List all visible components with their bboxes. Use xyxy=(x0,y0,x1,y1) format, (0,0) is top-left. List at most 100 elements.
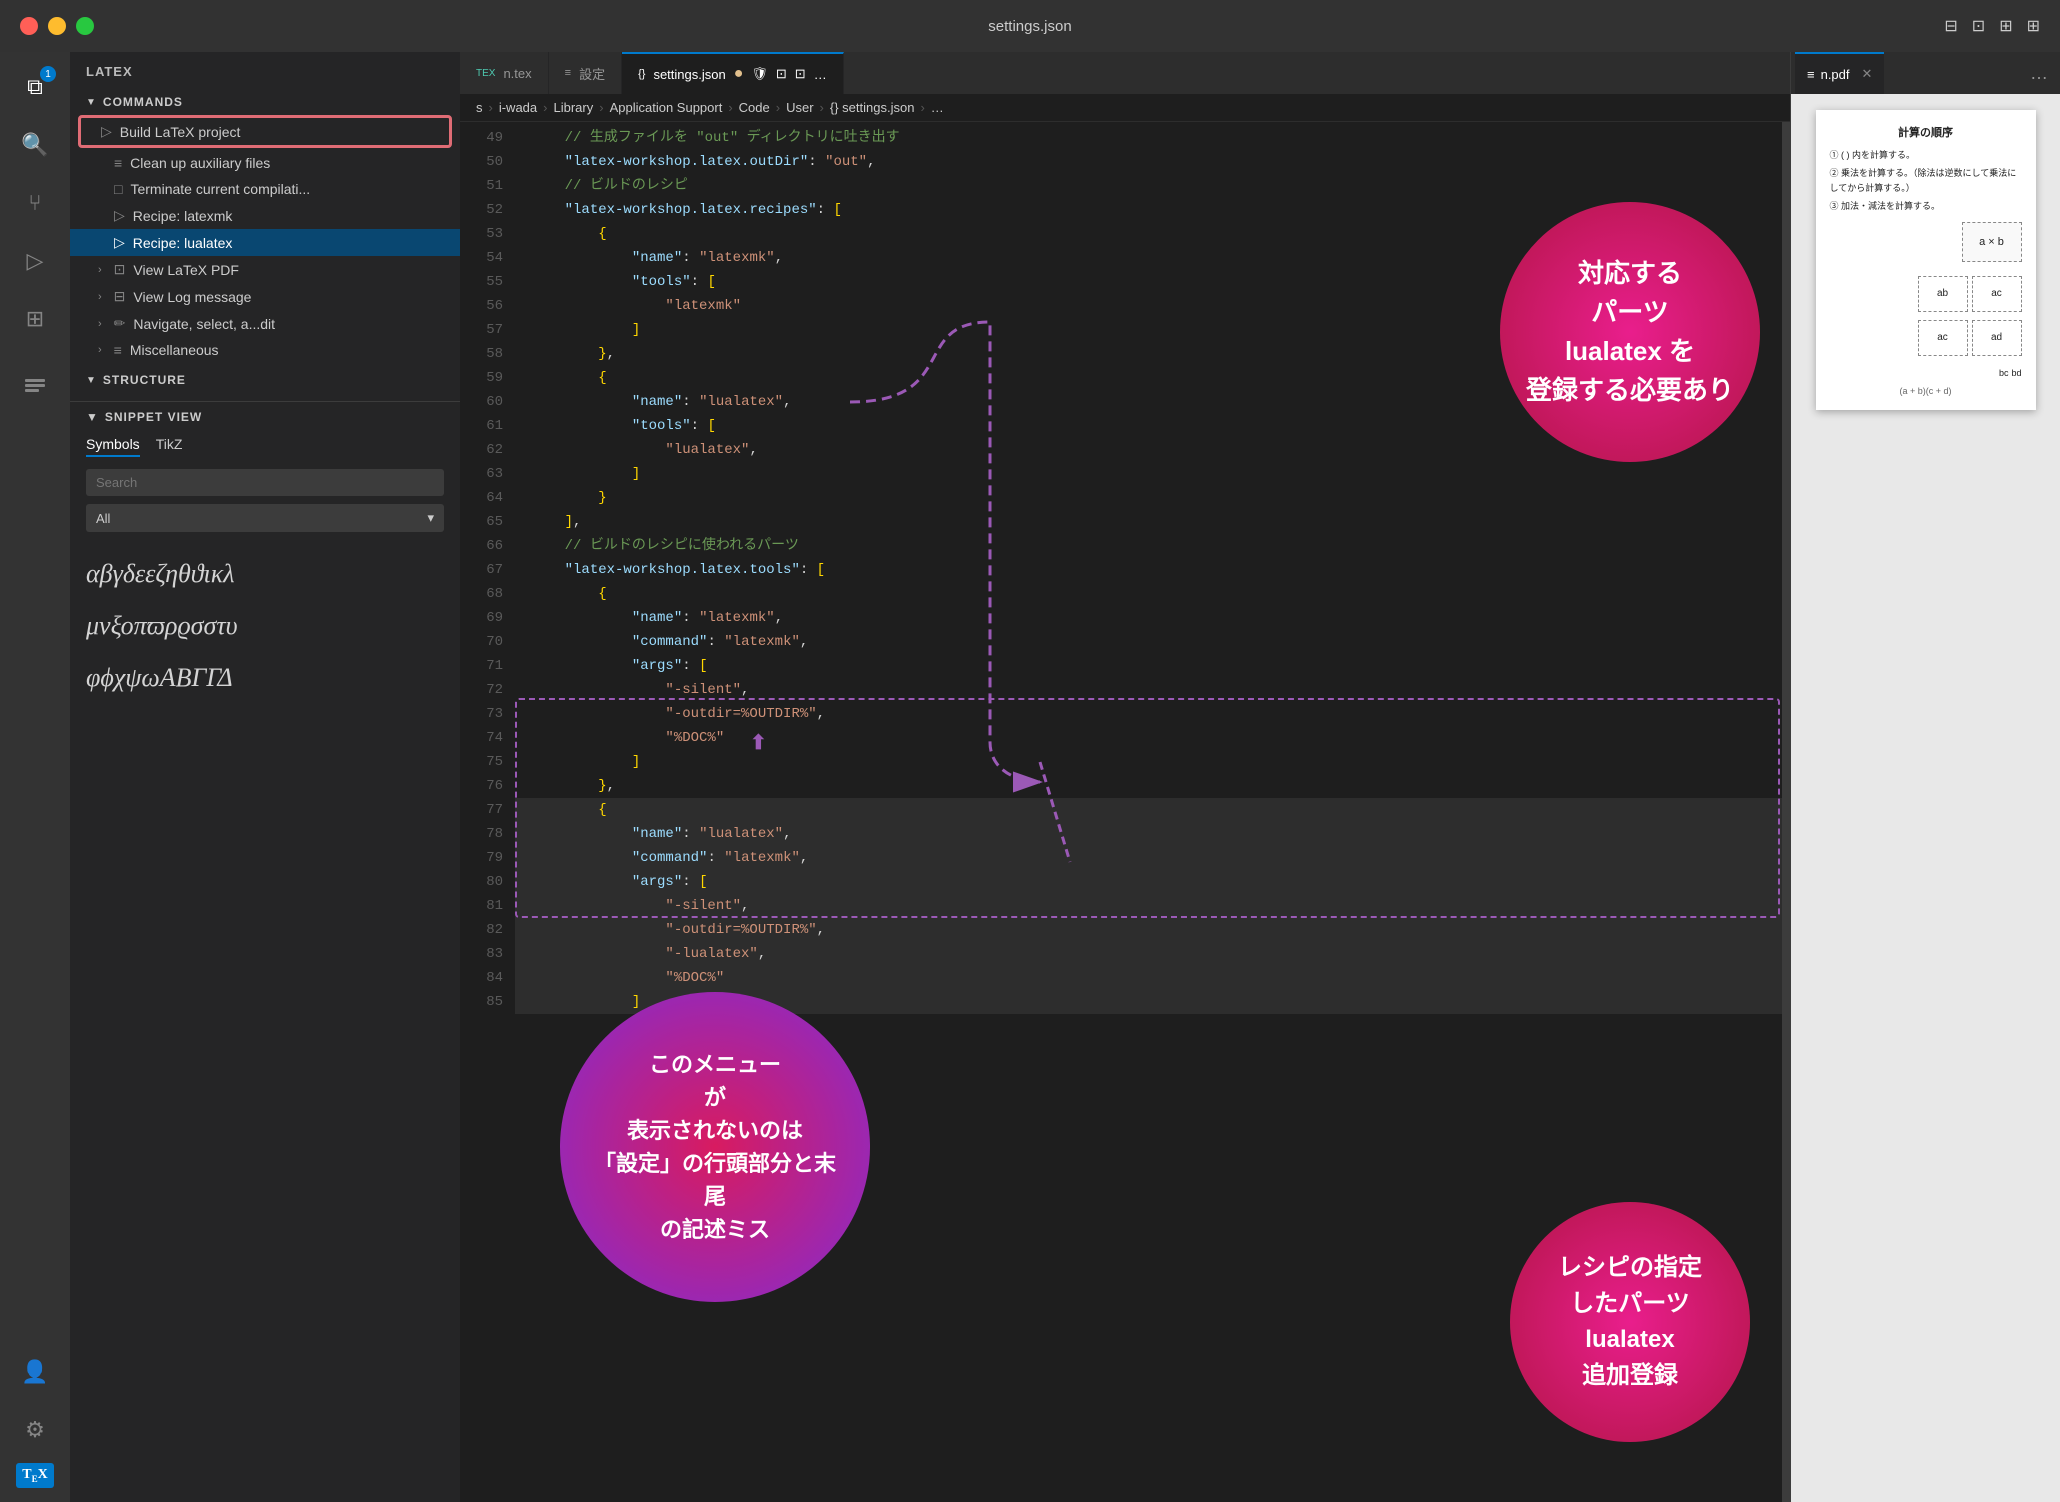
tab-tikz[interactable]: TikZ xyxy=(156,436,183,457)
window-title: settings.json xyxy=(988,18,1071,35)
ln-80: 80 xyxy=(460,870,515,894)
code-line-74: "%DOC%" xyxy=(515,726,1782,750)
misc-icon: ≡ xyxy=(114,342,122,358)
commands-section-header[interactable]: ▼ COMMANDS xyxy=(70,91,460,113)
tab-settings[interactable]: ≡ 設定 xyxy=(549,52,622,94)
cmd-view-log[interactable]: › ⊟ View Log message xyxy=(70,283,460,310)
view-log-icon: ⊟ xyxy=(114,288,126,305)
right-panel: ≡ n.pdf ✕ … 計算の順序 ① ( ) 内を計算する。 ② 乗法を計算す… xyxy=(1790,52,2060,1502)
pdf-tab-icon: ≡ xyxy=(1807,67,1815,82)
code-line-50: "latex-workshop.latex.outDir": "out", xyxy=(515,150,1782,174)
structure-arrow: ▼ xyxy=(86,375,97,386)
snippet-search-input[interactable] xyxy=(86,469,444,496)
snippet-dropdown-value: All xyxy=(96,511,110,526)
search-icon[interactable]: 🔍 xyxy=(10,120,60,170)
snippet-dropdown[interactable]: All ▾ xyxy=(86,504,444,532)
terminate-icon: □ xyxy=(114,181,122,197)
tab-action-icon: ⊡ xyxy=(776,66,787,82)
cmd-terminate-label: Terminate current compilati... xyxy=(130,181,310,197)
extensions-icon[interactable]: ⊞ xyxy=(10,294,60,344)
formula-box-ac2: ac xyxy=(1918,320,1968,356)
tab-layout-icon: ⊡ xyxy=(795,66,806,82)
cmd-misc[interactable]: › ≡ Miscellaneous xyxy=(70,337,460,363)
misc-arrow: › xyxy=(98,344,102,356)
code-line-51: // ビルドのレシピ xyxy=(515,174,1782,198)
window-controls xyxy=(20,17,94,35)
source-control-icon[interactable]: ⑂ xyxy=(10,178,60,228)
cmd-build-label: Build LaTeX project xyxy=(120,124,241,140)
structure-section-header[interactable]: ▼ STRUCTURE xyxy=(70,369,460,391)
navigate-icon: ✏ xyxy=(114,315,126,332)
cmd-build-latex[interactable]: ▷ Build LaTeX project xyxy=(78,115,452,148)
ln-57: 57 xyxy=(460,318,515,342)
cmd-view-pdf[interactable]: › ⊡ View LaTeX PDF xyxy=(70,256,460,283)
explorer-icon[interactable]: ⧉ 1 xyxy=(10,62,60,112)
cmd-view-log-label: View Log message xyxy=(133,289,251,305)
cmd-navigate[interactable]: › ✏ Navigate, select, a...dit xyxy=(70,310,460,337)
vertical-scrollbar[interactable] xyxy=(1782,122,1790,1502)
build-icon: ▷ xyxy=(101,123,112,140)
tab-npdf[interactable]: ≡ n.pdf ✕ xyxy=(1795,52,1884,94)
breadcrumb-user[interactable]: User xyxy=(786,100,813,115)
breadcrumb-s[interactable]: s xyxy=(476,100,483,115)
tab-ntex[interactable]: TEX n.tex xyxy=(460,52,549,94)
breadcrumb-code[interactable]: Code xyxy=(739,100,770,115)
sidebar-toggle-icon[interactable]: ⊡ xyxy=(1972,16,1985,36)
breadcrumb-appsupport[interactable]: Application Support xyxy=(610,100,723,115)
activity-bar: ⧉ 1 🔍 ⑂ ▷ ⊞ 👤 ⚙ TEX xyxy=(0,52,70,1502)
breadcrumb-library[interactable]: Library xyxy=(553,100,593,115)
snippet-tabs: Symbols TikZ xyxy=(70,432,460,461)
bubble-recipe-text: レシピの指定したパーツlualatex追加登録 xyxy=(1558,1250,1702,1394)
more-icon[interactable]: ⊞ xyxy=(2027,16,2040,36)
maximize-button[interactable] xyxy=(76,17,94,35)
code-line-79: "command": "latexmk", xyxy=(515,846,1782,870)
latex-panel-icon[interactable] xyxy=(10,360,60,410)
code-line-67: "latex-workshop.latex.tools": [ xyxy=(515,558,1782,582)
ln-70: 70 xyxy=(460,630,515,654)
code-line-68: { xyxy=(515,582,1782,606)
code-line-76: }, xyxy=(515,774,1782,798)
ln-78: 78 xyxy=(460,822,515,846)
symbol-row-2: μνξοπϖρϱσστυ xyxy=(86,600,444,652)
cmd-recipe-lualatex[interactable]: ▷ Recipe: lualatex xyxy=(70,229,460,256)
panel-toggle-icon[interactable]: ⊞ xyxy=(1999,16,2012,36)
cmd-terminate[interactable]: □ Terminate current compilati... xyxy=(70,176,460,202)
settings-icon[interactable]: ⚙ xyxy=(10,1405,60,1455)
pdf-more-icon[interactable]: … xyxy=(2022,63,2056,84)
cmd-recipe-latexmk[interactable]: ▷ Recipe: latexmk xyxy=(70,202,460,229)
cmd-clean[interactable]: ≡ Clean up auxiliary files xyxy=(70,150,460,176)
sep4: › xyxy=(728,100,732,115)
pdf-list-2: ② 乗法を計算する。（除法は逆数にして乗法にしてから計算する。） xyxy=(1830,166,2022,195)
ln-59: 59 xyxy=(460,366,515,390)
tex-badge[interactable]: TEX xyxy=(16,1463,53,1488)
ln-84: 84 xyxy=(460,966,515,990)
ln-66: 66 xyxy=(460,534,515,558)
ln-72: 72 xyxy=(460,678,515,702)
minimize-button[interactable] xyxy=(48,17,66,35)
cmd-misc-label: Miscellaneous xyxy=(130,342,219,358)
titlebar: settings.json ⊟ ⊡ ⊞ ⊞ xyxy=(0,0,2060,52)
ln-76: 76 xyxy=(460,774,515,798)
bubble-menu-text: このメニューが表示されないのは「設定」の行頭部分と末尾の記述ミス xyxy=(590,1048,840,1246)
code-line-63: ] xyxy=(515,462,1782,486)
ln-67: 67 xyxy=(460,558,515,582)
ln-52: 52 xyxy=(460,198,515,222)
account-icon[interactable]: 👤 xyxy=(10,1347,60,1397)
run-icon[interactable]: ▷ xyxy=(10,236,60,286)
breadcrumb-ellipsis[interactable]: … xyxy=(931,100,944,115)
view-pdf-arrow: › xyxy=(98,264,102,276)
symbol-row-1: αβγδεεζηθϑικλ xyxy=(86,548,444,600)
clean-icon: ≡ xyxy=(114,155,122,171)
editor-area: TEX n.tex ≡ 設定 {} settings.json ● 🛡 ⊡ ⊡ … xyxy=(460,52,1790,1502)
breadcrumb-iwada[interactable]: i-wada xyxy=(499,100,537,115)
ln-64: 64 xyxy=(460,486,515,510)
pdf-close-btn[interactable]: ✕ xyxy=(1862,66,1873,82)
tab-settings-json[interactable]: {} settings.json ● 🛡 ⊡ ⊡ … xyxy=(622,52,844,94)
snippet-label: SNIPPET VIEW xyxy=(105,410,202,424)
close-button[interactable] xyxy=(20,17,38,35)
tab-symbols[interactable]: Symbols xyxy=(86,436,140,457)
panel-layout-icon[interactable]: ⊟ xyxy=(1944,16,1957,36)
formula-box-ad: ad xyxy=(1972,320,2022,356)
breadcrumb-json[interactable]: {} settings.json xyxy=(830,100,915,115)
recipe-lualatex-icon: ▷ xyxy=(114,234,125,251)
